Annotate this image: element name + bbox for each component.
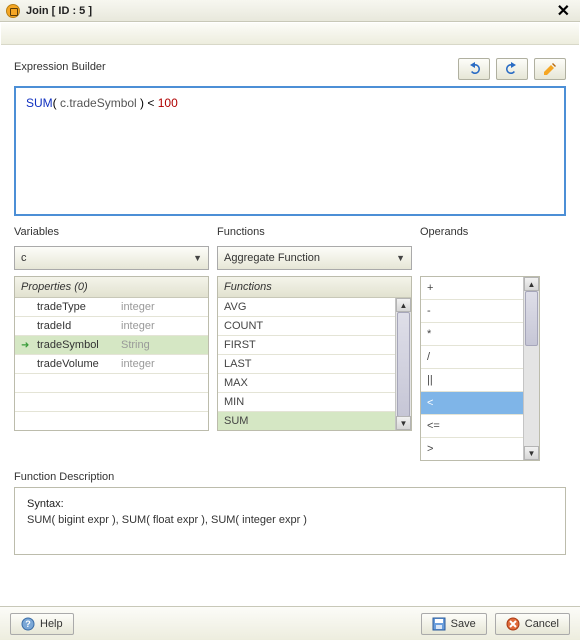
function-row[interactable]: MIN — [218, 393, 395, 412]
operands-label: Operands — [420, 226, 540, 238]
app-icon — [6, 4, 20, 18]
footer-bar: ?Help Save Cancel — [0, 606, 580, 640]
scroll-thumb[interactable] — [397, 312, 410, 417]
variable-row[interactable] — [15, 412, 208, 430]
svg-text:?: ? — [25, 619, 31, 629]
header-strip — [1, 23, 579, 45]
functions-scrollbar[interactable]: ▲ ▼ — [395, 298, 411, 430]
function-description-box: Syntax: SUM( bigint expr ), SUM( float e… — [14, 487, 566, 555]
operand-row[interactable]: < — [421, 392, 523, 415]
function-row[interactable]: MAX — [218, 374, 395, 393]
syntax-text: SUM( bigint expr ), SUM( float expr ), S… — [27, 514, 553, 526]
chevron-down-icon: ▼ — [396, 253, 405, 263]
function-row[interactable]: SUM — [218, 412, 395, 430]
operand-row[interactable]: - — [421, 300, 523, 323]
chevron-down-icon: ▼ — [193, 253, 202, 263]
variable-row[interactable]: tradeIdinteger — [15, 317, 208, 336]
function-row[interactable]: LAST — [218, 355, 395, 374]
variables-dropdown[interactable]: c▼ — [14, 246, 209, 270]
functions-rows: AVGCOUNTFIRSTLASTMAXMINSUM — [218, 298, 395, 430]
syntax-label: Syntax: — [27, 498, 553, 510]
operand-row[interactable]: <= — [421, 415, 523, 438]
close-icon[interactable]: ✕ — [553, 1, 574, 21]
variable-row[interactable] — [15, 374, 208, 393]
variables-label: Variables — [14, 226, 209, 238]
scroll-down-icon[interactable]: ▼ — [524, 446, 539, 460]
variables-rows: tradeTypeintegertradeIdinteger➜tradeSymb… — [15, 298, 208, 430]
operand-row[interactable]: + — [421, 277, 523, 300]
operand-row[interactable]: || — [421, 369, 523, 392]
function-description-label: Function Description — [14, 471, 566, 483]
operands-rows: +-*/||<<=> — [421, 277, 523, 460]
selected-arrow-icon: ➜ — [21, 340, 29, 351]
properties-header: Properties (0) — [15, 277, 208, 298]
operands-scrollbar[interactable]: ▲ ▼ — [523, 277, 539, 460]
function-row[interactable]: AVG — [218, 298, 395, 317]
functions-list: Functions AVGCOUNTFIRSTLASTMAXMINSUM ▲ ▼ — [217, 276, 412, 431]
operand-row[interactable]: / — [421, 346, 523, 369]
functions-dropdown[interactable]: Aggregate Function▼ — [217, 246, 412, 270]
operand-row[interactable]: > — [421, 438, 523, 460]
variable-row[interactable]: ➜tradeSymbolString — [15, 336, 208, 355]
cancel-button[interactable]: Cancel — [495, 613, 570, 635]
undo-button[interactable] — [458, 58, 490, 80]
operands-list: +-*/||<<=> ▲ ▼ — [420, 276, 540, 461]
expression-editor[interactable]: SUM( c.tradeSymbol ) < 100 — [14, 86, 566, 216]
scroll-up-icon[interactable]: ▲ — [524, 277, 539, 291]
title-bar: Join [ ID : 5 ] ✕ — [0, 0, 580, 22]
cancel-icon — [506, 617, 520, 631]
edit-button[interactable] — [534, 58, 566, 80]
help-button[interactable]: ?Help — [10, 613, 74, 635]
help-icon: ? — [21, 617, 35, 631]
variables-list: Properties (0) tradeTypeintegertradeIdin… — [14, 276, 209, 431]
scroll-thumb[interactable] — [525, 291, 538, 346]
scroll-up-icon[interactable]: ▲ — [396, 298, 411, 312]
redo-button[interactable] — [496, 58, 528, 80]
functions-header: Functions — [218, 277, 411, 298]
expr-func: SUM — [26, 96, 53, 110]
save-button[interactable]: Save — [421, 613, 487, 635]
function-row[interactable]: COUNT — [218, 317, 395, 336]
variable-row[interactable]: tradeVolumeinteger — [15, 355, 208, 374]
functions-label: Functions — [217, 226, 412, 238]
variable-row[interactable]: tradeTypeinteger — [15, 298, 208, 317]
save-icon — [432, 617, 446, 631]
variable-row[interactable] — [15, 393, 208, 412]
function-row[interactable]: FIRST — [218, 336, 395, 355]
scroll-down-icon[interactable]: ▼ — [396, 416, 411, 430]
operand-row[interactable]: * — [421, 323, 523, 346]
expression-label: Expression Builder — [14, 61, 452, 73]
window-title: Join [ ID : 5 ] — [26, 5, 553, 17]
